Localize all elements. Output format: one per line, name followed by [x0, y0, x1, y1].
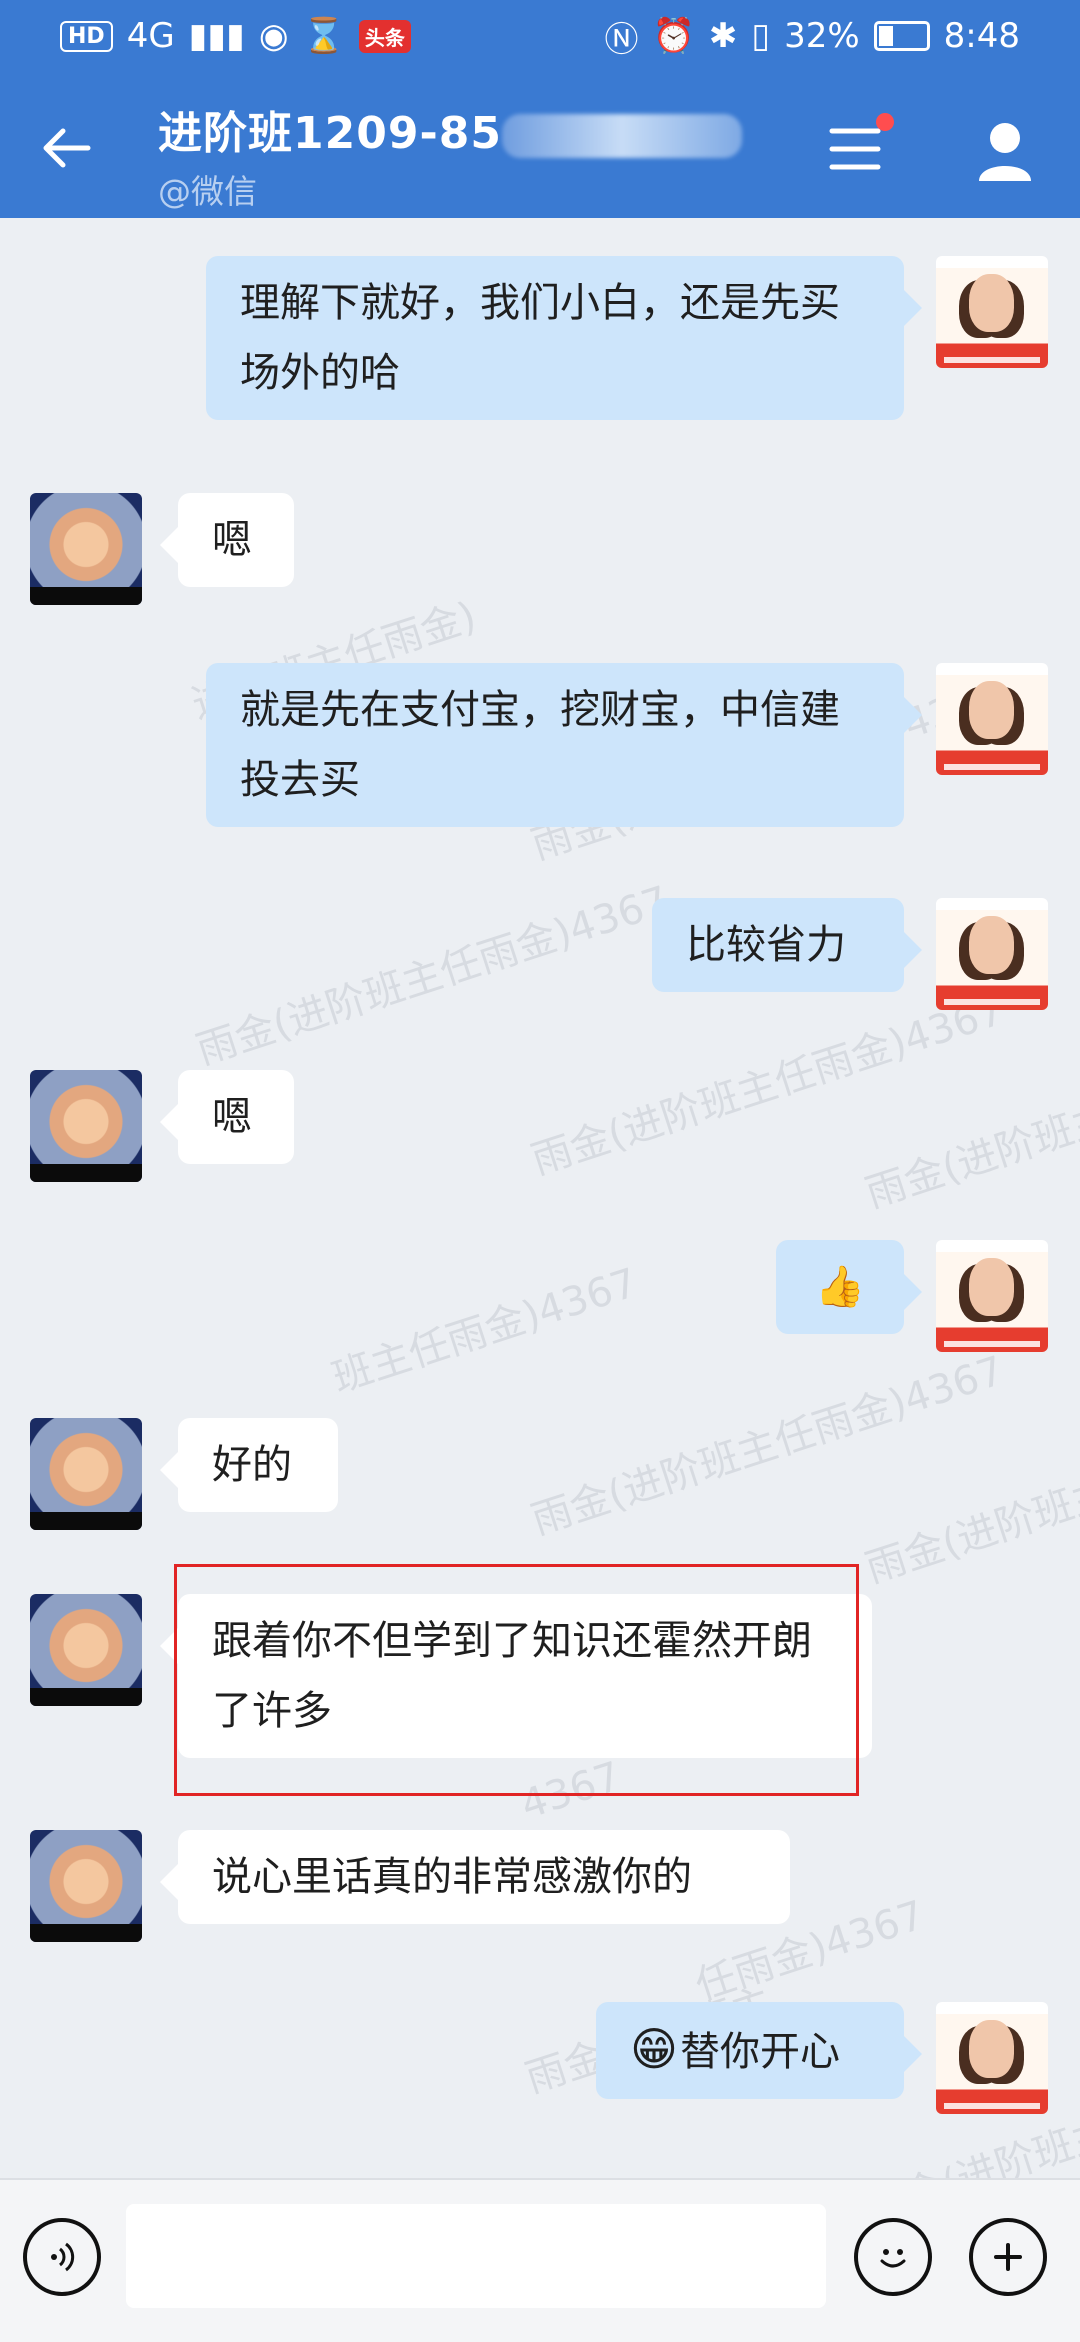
battery-percent: 32%: [784, 16, 860, 56]
message-right: 理解下就好，我们小白，还是先买场外的哈: [0, 256, 1080, 436]
status-right: Ⓝ ⏰ ✱ ▯ 32% 8:48: [604, 14, 1021, 60]
highlight-box: [174, 1564, 859, 1796]
wifi-icon: ◉: [258, 16, 289, 56]
message-bubble[interactable]: 就是先在支付宝，挖财宝，中信建投去买: [206, 663, 922, 827]
emoji-button[interactable]: [854, 2218, 932, 2296]
signal-icon: ▮▮▮: [188, 16, 245, 56]
message-right: 比较省力: [0, 898, 1080, 1018]
arrow-left-icon[interactable]: [32, 113, 102, 183]
chat-header: 进阶班1209-85 @微信: [0, 75, 1080, 218]
menu-button[interactable]: [820, 113, 900, 183]
avatar[interactable]: [30, 493, 142, 605]
message-bubble[interactable]: 比较省力: [652, 898, 922, 992]
alarm-icon: ⏰: [652, 16, 695, 56]
hourglass-icon: ⌛: [302, 16, 345, 56]
vibrate-icon: ▯: [751, 16, 771, 56]
message-bubble[interactable]: 嗯: [160, 493, 294, 587]
battery-icon: [873, 21, 930, 51]
emoji-icon: [880, 2249, 906, 2268]
thumbs-up-icon[interactable]: 👍: [776, 1240, 922, 1334]
message-right: 👍: [0, 1240, 1080, 1360]
message-bubble[interactable]: 😁替你开心: [596, 2002, 922, 2099]
status-bar: HD 4G ▮▮▮ ◉ ⌛ 头条 Ⓝ ⏰ ✱ ▯ 32% 8:48: [0, 0, 1080, 75]
avatar[interactable]: [30, 1418, 142, 1530]
plus-icon: [994, 2243, 1022, 2271]
user-icon[interactable]: [965, 111, 1045, 191]
toutiao-icon: 头条: [358, 19, 411, 53]
chat-area[interactable]: 进阶班主任雨金) 雨金(进阶班主任雨金)4367 雨金(进阶班主任雨金)4367…: [0, 218, 1080, 2178]
grin-emoji-icon: 😁: [630, 2022, 678, 2076]
chat-title: 进阶班1209-85: [158, 97, 742, 161]
add-button[interactable]: [969, 2218, 1047, 2296]
message-left: 说心里话真的非常感激你的: [0, 1830, 1080, 1950]
message-input[interactable]: [126, 2204, 826, 2308]
avatar[interactable]: [936, 1240, 1048, 1352]
message-left: 嗯: [0, 493, 1080, 613]
clock: 8:48: [943, 16, 1020, 56]
avatar[interactable]: [936, 2002, 1048, 2114]
avatar[interactable]: [30, 1830, 142, 1942]
message-bubble[interactable]: 嗯: [160, 1070, 294, 1164]
message-left: 嗯: [0, 1070, 1080, 1190]
avatar[interactable]: [30, 1070, 142, 1182]
avatar[interactable]: [936, 898, 1048, 1010]
avatar[interactable]: [30, 1594, 142, 1706]
message-bubble[interactable]: 好的: [160, 1418, 338, 1512]
avatar[interactable]: [936, 663, 1048, 775]
notification-dot: [876, 113, 894, 131]
redacted-title: [501, 114, 742, 158]
status-left: HD 4G ▮▮▮ ◉ ⌛ 头条: [60, 14, 411, 58]
message-bubble[interactable]: 理解下就好，我们小白，还是先买场外的哈: [206, 256, 922, 420]
input-bar: [0, 2178, 1080, 2342]
nfc-icon: Ⓝ: [604, 19, 639, 60]
chat-subtitle: @微信: [158, 172, 257, 211]
message-left: 好的: [0, 1418, 1080, 1538]
hd-indicator: HD: [60, 20, 113, 52]
avatar[interactable]: [936, 256, 1048, 368]
message-right: 就是先在支付宝，挖财宝，中信建投去买: [0, 663, 1080, 843]
voice-button[interactable]: [23, 2218, 101, 2296]
voice-icon: [51, 2242, 75, 2272]
network-type: 4G: [126, 16, 175, 56]
bluetooth-icon: ✱: [708, 16, 738, 56]
message-right: 😁替你开心: [0, 2002, 1080, 2122]
message-bubble[interactable]: 说心里话真的非常感激你的: [160, 1830, 790, 1924]
